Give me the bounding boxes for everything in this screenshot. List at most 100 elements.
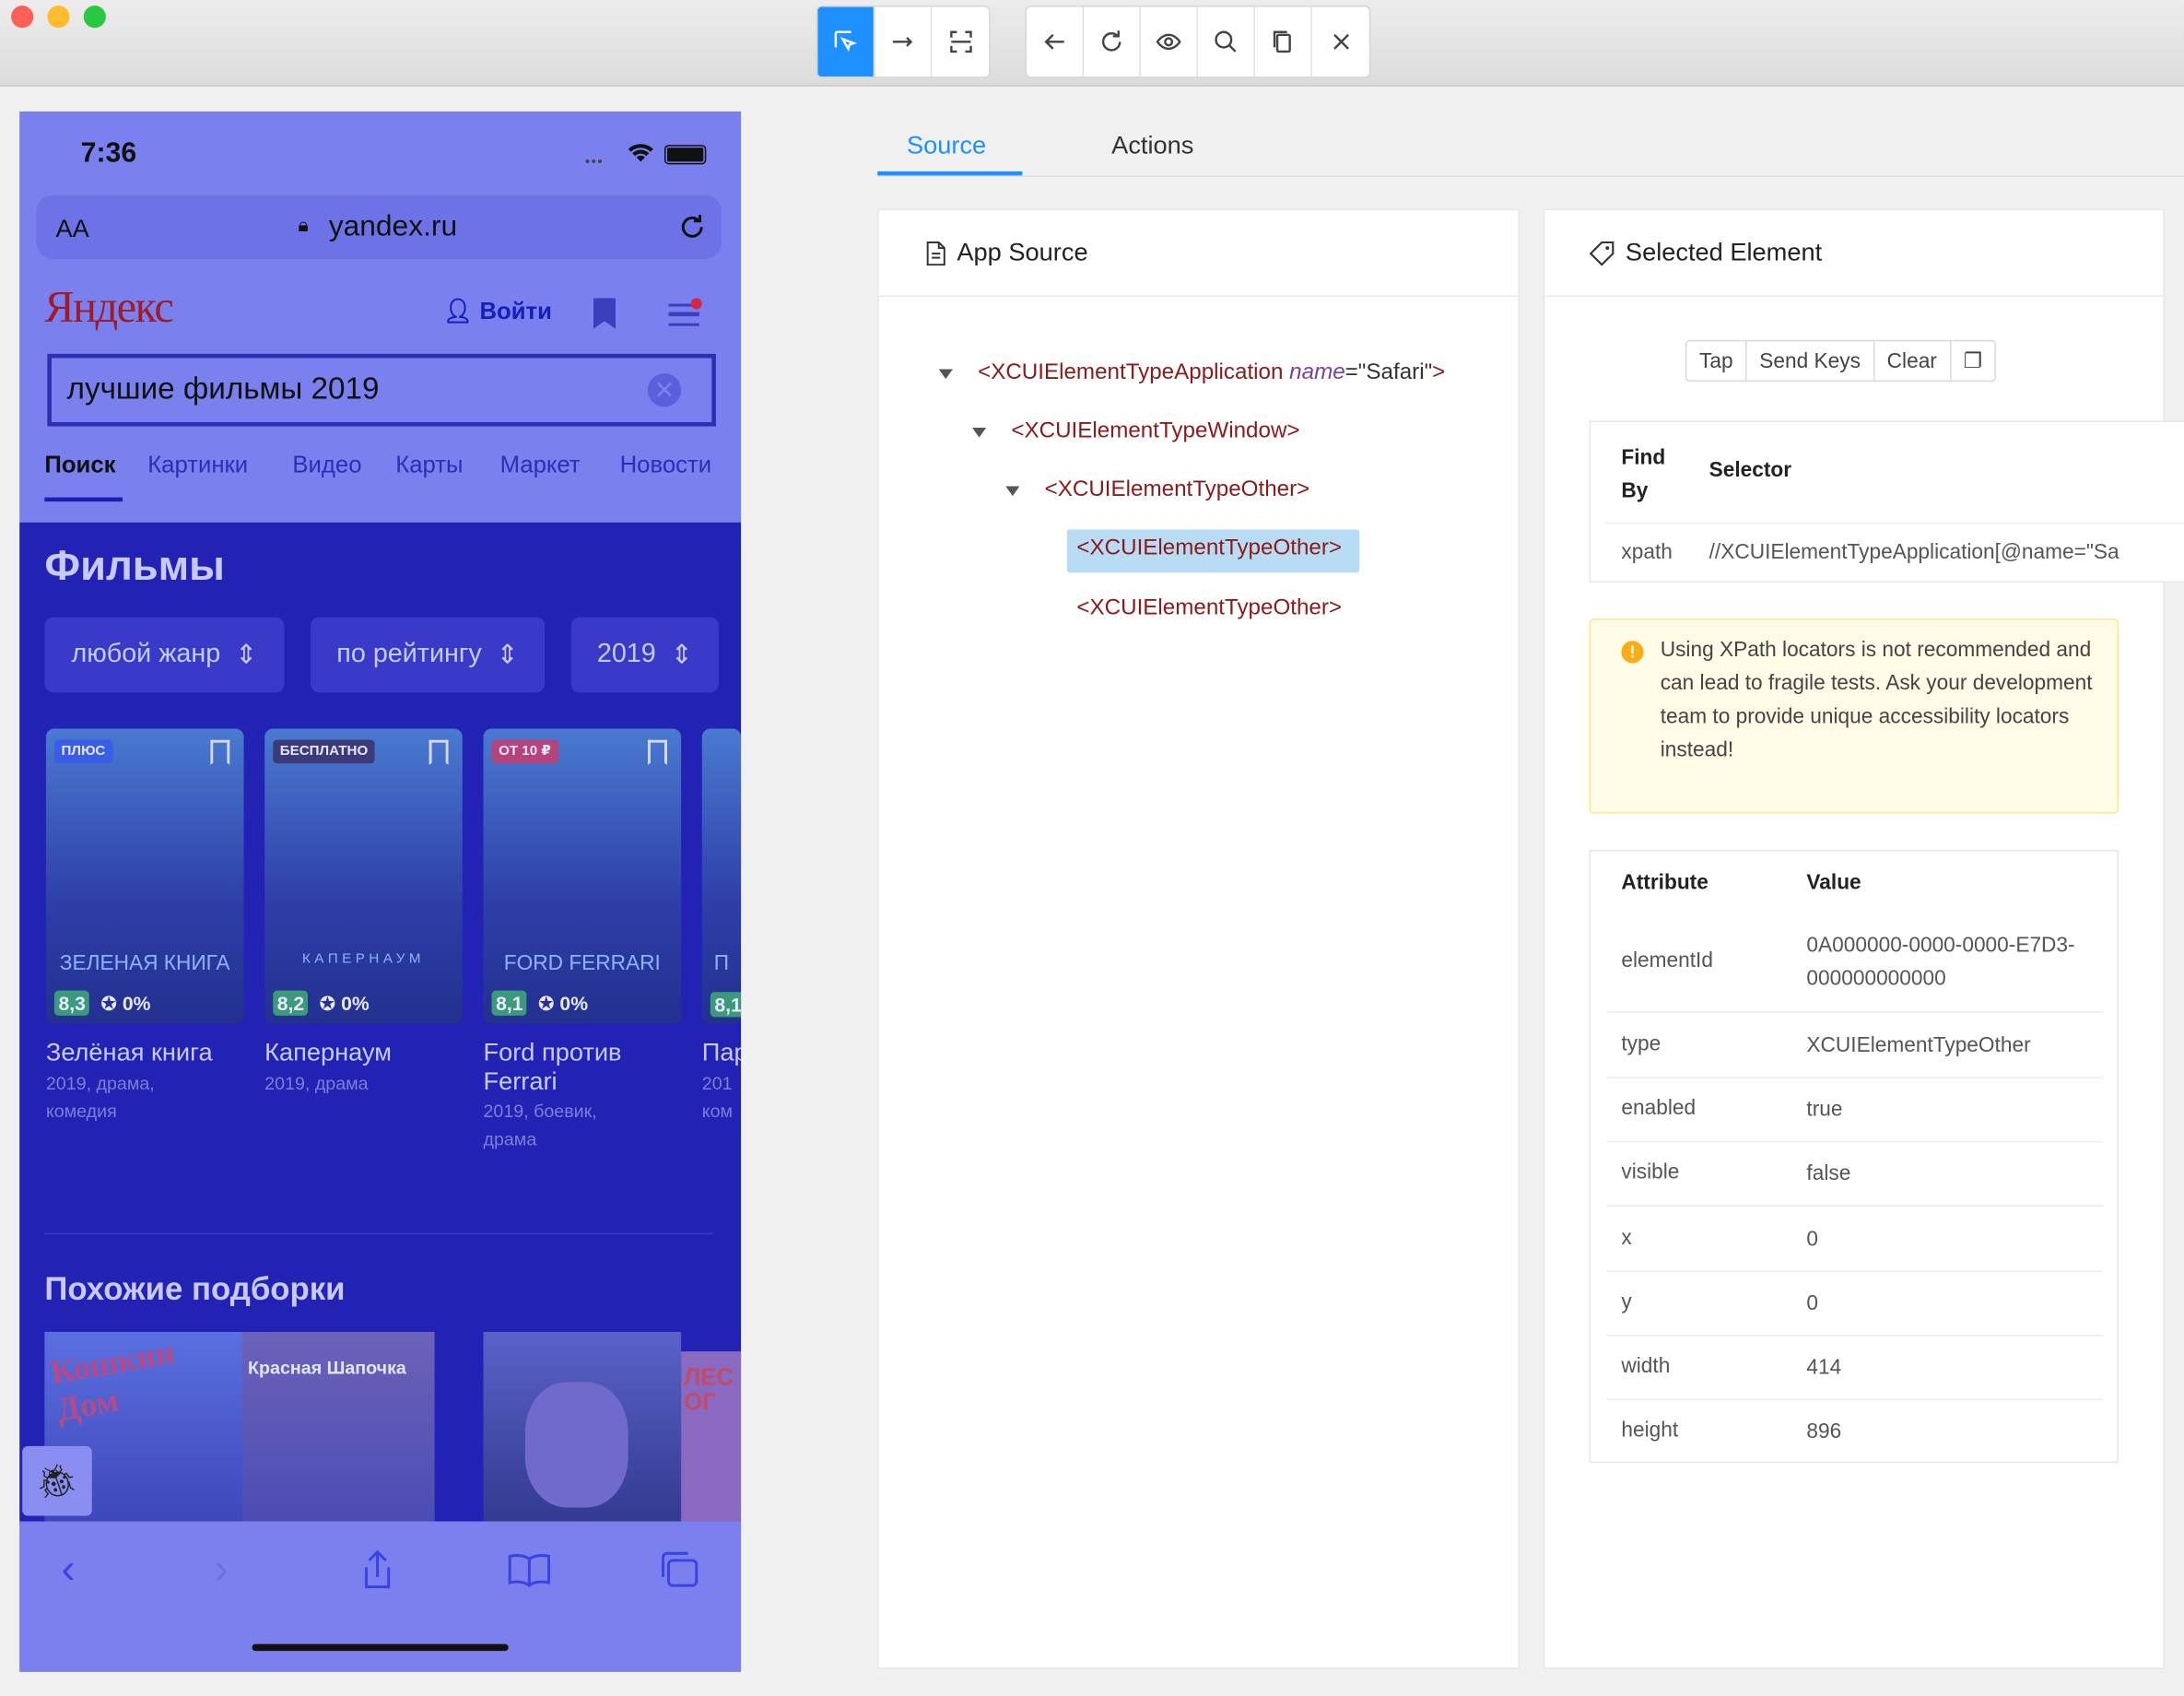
minimize-window-button[interactable] bbox=[47, 6, 70, 29]
tab-actions[interactable]: Actions bbox=[1111, 131, 1193, 160]
copy-xml-button[interactable] bbox=[1255, 6, 1312, 77]
attribute-name: enabled bbox=[1621, 1096, 1697, 1121]
bookmark-icon[interactable] bbox=[429, 739, 449, 765]
search-tab-item[interactable]: Маркет bbox=[500, 452, 581, 479]
notification-dot bbox=[690, 298, 702, 310]
bookmarks-icon[interactable] bbox=[507, 1552, 551, 1588]
movie-title[interactable]: Пар bbox=[702, 1038, 741, 1067]
show-hidden-button[interactable] bbox=[1141, 6, 1198, 77]
similar-title: Похожие подборки bbox=[44, 1270, 346, 1307]
bug-report-icon[interactable]: 🐞︎ bbox=[22, 1445, 92, 1516]
close-window-button[interactable] bbox=[11, 6, 34, 29]
select-icon bbox=[834, 30, 858, 52]
share-icon[interactable] bbox=[359, 1549, 395, 1591]
battery-icon bbox=[663, 145, 707, 165]
active-tab-underline bbox=[44, 497, 123, 502]
attribute-value[interactable]: 414 bbox=[1806, 1351, 2098, 1384]
movie-title[interactable]: Зелёная книга bbox=[46, 1038, 241, 1067]
sort-filter[interactable]: по рейтингу ⇕ bbox=[311, 617, 545, 693]
search-tab-item[interactable]: Карты bbox=[395, 452, 463, 479]
find-by-strategy: xpath bbox=[1621, 540, 1673, 565]
bookmark-icon[interactable] bbox=[210, 739, 230, 765]
rating-badge: 8,1 ✪ 0% bbox=[491, 990, 588, 1016]
source-tree-node[interactable]: <XCUIElementTypeApplication name="Safari… bbox=[978, 360, 1445, 385]
text-size-button[interactable]: AA bbox=[55, 215, 88, 244]
movie-poster[interactable]: ОТ 10 ₽ FORD FERRARI 8,1 ✪ 0% bbox=[483, 728, 682, 1024]
star-icon: ✪ bbox=[537, 992, 555, 1015]
movie-poster[interactable]: БЕСПЛАТНО КАПЕРНАУМ 8,2 ✪ 0% bbox=[264, 728, 463, 1024]
attribute-value[interactable]: 0 bbox=[1806, 1223, 2098, 1256]
copy-icon bbox=[1273, 30, 1291, 53]
selector-header: Selector bbox=[1708, 458, 1792, 482]
swipe-icon bbox=[892, 36, 913, 47]
attribute-value[interactable]: true bbox=[1806, 1094, 2098, 1127]
price-tag: ПЛЮС bbox=[53, 739, 112, 764]
attributes-table: Attribute Value elementId 0A000000-0000-0… bbox=[1589, 850, 2119, 1464]
similar-poster-4[interactable]: ЛЕС ОГ bbox=[681, 1351, 742, 1527]
quit-session-button[interactable] bbox=[1312, 7, 1369, 77]
warning-icon: ! bbox=[1621, 641, 1644, 664]
select-elements-button[interactable] bbox=[817, 6, 875, 77]
search-tab-item[interactable]: Новости bbox=[620, 452, 711, 479]
movie-poster[interactable]: П 8,1 bbox=[701, 728, 742, 1024]
xpath-selector[interactable]: //XCUIElementTypeApplication[@name="Sa bbox=[1709, 540, 2184, 564]
search-tab-item[interactable]: Картинки bbox=[147, 452, 248, 479]
yandex-logo[interactable]: Яндекс bbox=[44, 281, 173, 333]
source-tree-node[interactable]: <XCUIElementTypeOther> bbox=[1045, 477, 1310, 502]
zoom-window-button[interactable] bbox=[83, 6, 106, 29]
attribute-value[interactable]: 896 bbox=[1806, 1416, 2098, 1449]
movie-title[interactable]: Капернаум bbox=[264, 1038, 460, 1067]
tap-area-button[interactable] bbox=[932, 7, 989, 77]
expand-toggle-icon[interactable] bbox=[938, 369, 953, 380]
similar-poster-3[interactable] bbox=[483, 1331, 682, 1527]
genre-filter[interactable]: любой жанр ⇕ bbox=[44, 617, 285, 693]
refresh-button[interactable] bbox=[1084, 6, 1141, 77]
search-button[interactable] bbox=[1198, 6, 1255, 77]
movie-title[interactable]: Ford против Ferrari bbox=[483, 1038, 678, 1096]
home-indicator bbox=[252, 1643, 509, 1652]
similar-poster-2[interactable]: Красная Шапочка bbox=[242, 1331, 435, 1527]
attribute-value[interactable]: XCUIElementTypeOther bbox=[1806, 1030, 2098, 1063]
clear-query-icon[interactable]: ✕ bbox=[647, 373, 682, 407]
expand-toggle-icon[interactable] bbox=[1005, 486, 1020, 497]
tabs-icon[interactable] bbox=[657, 1549, 701, 1591]
safari-forward-icon[interactable]: › bbox=[215, 1547, 229, 1594]
movie-meta: 2019, драма bbox=[264, 1072, 369, 1094]
attribute-row: type XCUIElementTypeOther bbox=[1607, 1013, 2104, 1078]
source-tree-node[interactable]: <XCUIElementTypeWindow> bbox=[1011, 419, 1299, 444]
source-tree-node[interactable]: <XCUIElementTypeOther> bbox=[1076, 536, 1342, 561]
find-by-table: Find By Selector xpath //XCUIElementType… bbox=[1589, 420, 2184, 583]
clear-button[interactable]: Clear bbox=[1874, 341, 1951, 381]
attribute-value[interactable]: 0 bbox=[1806, 1288, 2098, 1321]
attribute-row: y0 bbox=[1607, 1272, 2104, 1337]
movie-poster[interactable]: ПЛЮС ЗЕЛЕНАЯ КНИГА 8,3 ✪ 0% bbox=[45, 728, 244, 1024]
expand-toggle-icon[interactable] bbox=[972, 428, 987, 438]
title-bar bbox=[0, 0, 2184, 87]
year-filter[interactable]: 2019 ⇕ bbox=[570, 617, 719, 693]
back-button[interactable] bbox=[1027, 6, 1084, 77]
bookmark-icon[interactable] bbox=[647, 739, 668, 765]
safari-back-icon[interactable]: ‹ bbox=[62, 1547, 76, 1594]
device-screenshot[interactable]: 7:36 ••• AA 🔒︎ yandex.ru Яндекс 👤︎ Войти… bbox=[19, 111, 742, 1672]
tap-button[interactable]: Tap bbox=[1686, 341, 1747, 381]
bookmark-icon[interactable] bbox=[593, 298, 616, 329]
appium-inspector-window: 7:36 ••• AA 🔒︎ yandex.ru Яндекс 👤︎ Войти… bbox=[0, 0, 2184, 1696]
source-tree-node[interactable]: <XCUIElementTypeOther> bbox=[1076, 596, 1342, 621]
app-source-header: App Source bbox=[878, 210, 1519, 297]
attribute-value[interactable]: 0A000000-0000-0000-E7D3-000000000000 bbox=[1806, 929, 2098, 996]
login-button[interactable]: 👤︎ Войти bbox=[443, 298, 552, 325]
attribute-name: elementId bbox=[1621, 948, 1713, 973]
search-tab-item[interactable]: Видео bbox=[292, 452, 361, 479]
swipe-button[interactable] bbox=[875, 6, 933, 77]
movie-meta: 2019, драма, комедия bbox=[45, 1072, 155, 1122]
section-title: Фильмы bbox=[44, 543, 225, 590]
wifi-icon bbox=[628, 144, 653, 162]
send-keys-button[interactable]: Send Keys bbox=[1747, 341, 1875, 381]
tab-source[interactable]: Source bbox=[907, 131, 986, 160]
copy-attributes-button[interactable]: ❐ bbox=[1951, 341, 1995, 380]
attribute-value[interactable]: false bbox=[1806, 1158, 2098, 1191]
reload-icon[interactable] bbox=[677, 212, 708, 242]
star-icon: ✪ bbox=[319, 992, 336, 1015]
search-tab-item[interactable]: Поиск bbox=[44, 452, 115, 479]
file-icon bbox=[926, 241, 945, 265]
